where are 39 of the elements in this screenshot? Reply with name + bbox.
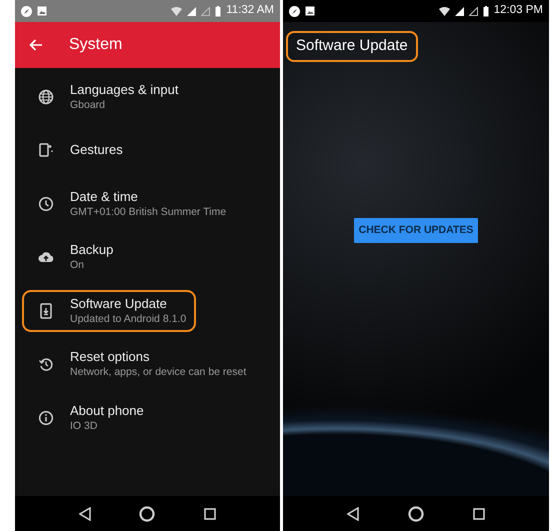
- info-icon: [38, 410, 54, 426]
- status-time: 12:03 PM: [494, 3, 543, 18]
- compass-icon: [289, 6, 300, 16]
- compass-icon: [21, 6, 32, 16]
- recents-icon[interactable]: [204, 508, 216, 520]
- phone-download-icon: [38, 302, 54, 319]
- back-arrow-icon[interactable]: [29, 39, 43, 51]
- battery-icon: [215, 6, 222, 16]
- setting-subtitle: GMT+01:00 British Summer Time: [70, 204, 226, 219]
- wifi-icon: [438, 6, 450, 16]
- setting-title[interactable]: Languages & input: [70, 82, 178, 98]
- globe-icon: [38, 88, 54, 105]
- wifi-icon: [171, 6, 182, 16]
- back-icon[interactable]: [79, 506, 92, 520]
- setting-title[interactable]: Reset options: [70, 349, 246, 366]
- back-icon[interactable]: [347, 506, 360, 520]
- setting-subtitle: Network, apps, or device can be reset: [70, 365, 246, 380]
- setting-subtitle: On: [70, 258, 86, 272]
- battery-icon: [482, 6, 489, 16]
- screen-title: Software Update: [286, 31, 418, 62]
- setting-subtitle: IO 3D: [70, 418, 98, 433]
- screen-title: System: [69, 35, 122, 55]
- phone-sparkle-icon: [38, 142, 54, 158]
- clock-icon: [38, 196, 54, 212]
- image-icon: [305, 6, 315, 16]
- setting-title[interactable]: About phone: [70, 402, 144, 419]
- setting-title[interactable]: Gestures: [70, 142, 123, 158]
- setting-title[interactable]: Backup: [70, 242, 114, 258]
- status-time: 11:32 AM: [226, 3, 274, 18]
- recents-icon[interactable]: [472, 508, 485, 520]
- home-icon[interactable]: [139, 506, 156, 522]
- setting-title[interactable]: Date & time: [70, 188, 226, 205]
- image-icon: [37, 6, 47, 16]
- home-icon[interactable]: [408, 506, 424, 522]
- setting-title[interactable]: Software Update: [70, 296, 186, 312]
- check-updates-button[interactable]: CHECK FOR UPDATES: [354, 218, 478, 244]
- setting-subtitle: Gboard: [70, 98, 106, 112]
- history-icon: [38, 356, 54, 372]
- setting-subtitle: Updated to Android 8.1.0: [70, 312, 186, 326]
